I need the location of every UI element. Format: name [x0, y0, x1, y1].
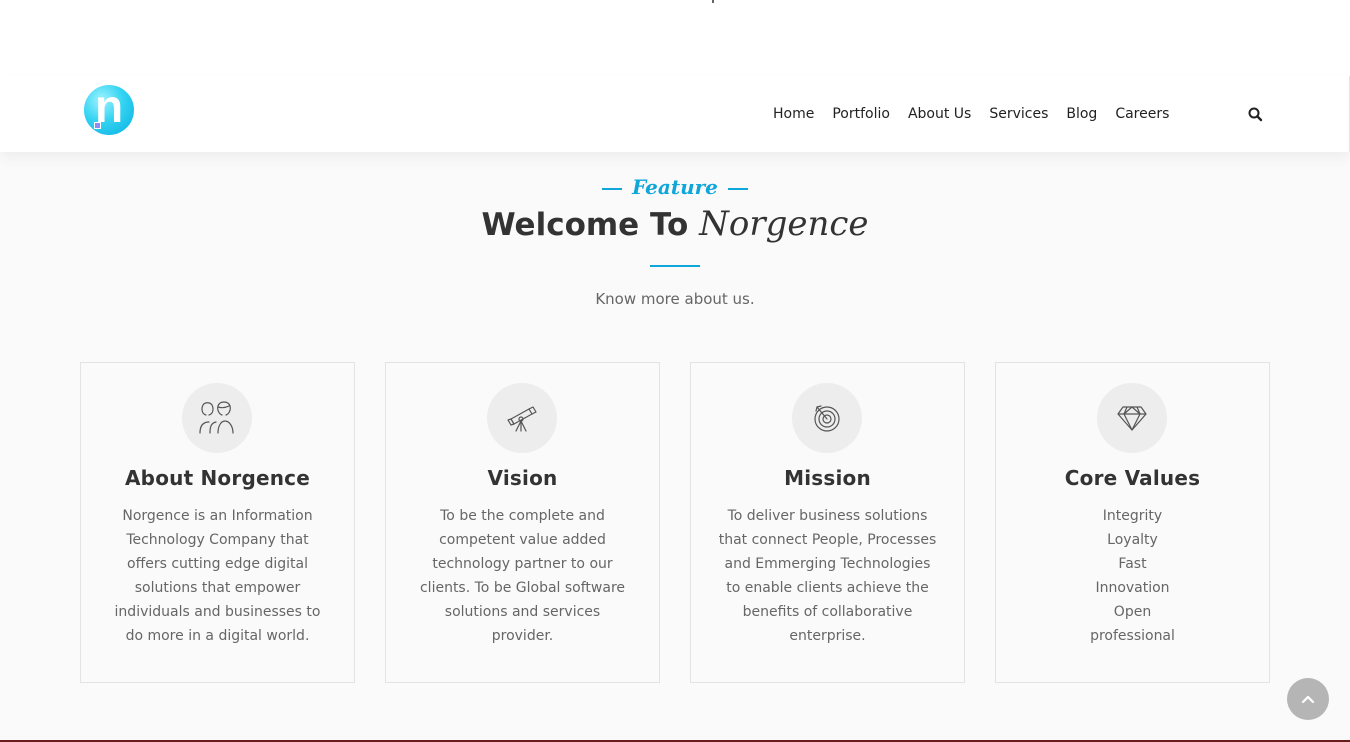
- card-text: Norgence is an Information Technology Co…: [114, 508, 321, 644]
- card-core-values: Core Values Integrity Loyalty Fast Innov…: [995, 362, 1270, 683]
- telescope-icon: [487, 383, 557, 453]
- card-title: Mission: [784, 466, 871, 490]
- card-title: Vision: [487, 466, 558, 490]
- main-nav: Home Portfolio About Us Services Blog Ca…: [773, 104, 1169, 124]
- feature-dash-right: [727, 187, 748, 190]
- card-about-norgence: About Norgence Norgence is an Informatio…: [80, 362, 355, 683]
- nav-item-blog[interactable]: Blog: [1066, 106, 1097, 122]
- search-icon[interactable]: [1248, 107, 1263, 122]
- nav-item-portfolio[interactable]: Portfolio: [832, 106, 890, 122]
- card-vision: Vision To be the complete and competent …: [385, 362, 660, 683]
- card-text: To be the complete and competent value a…: [419, 508, 626, 644]
- page-title: Welcome To Norgence: [0, 204, 1350, 244]
- diamond-icon: [1097, 383, 1167, 453]
- target-icon: [792, 383, 862, 453]
- site-header: n Home Portfolio About Us Services Blog …: [0, 76, 1350, 152]
- nav-item-about-us[interactable]: About Us: [908, 106, 971, 122]
- card-text: To deliver business solutions that conne…: [718, 508, 937, 644]
- nav-item-careers[interactable]: Careers: [1115, 106, 1169, 122]
- feature-label: Feature: [0, 175, 1350, 199]
- feature-dash-left: [602, 187, 623, 190]
- title-underline: [650, 265, 700, 267]
- top-strip: [0, 0, 1350, 76]
- chevron-up-icon: [1301, 695, 1315, 704]
- nav-item-home[interactable]: Home: [773, 106, 814, 122]
- title-prefix: Welcome To: [481, 207, 689, 243]
- norgence-logo[interactable]: n: [84, 83, 134, 135]
- feature-text: Feature: [632, 175, 718, 199]
- card-text: Integrity Loyalty Fast Innovation Open p…: [1090, 508, 1175, 644]
- nav-item-services[interactable]: Services: [989, 106, 1048, 122]
- card-title: About Norgence: [125, 466, 310, 490]
- title-brand: Norgence: [699, 204, 869, 244]
- team-icon: [182, 383, 252, 453]
- top-dot: [712, 0, 714, 3]
- card-mission: Mission To deliver business solutions th…: [690, 362, 965, 683]
- logo-square: [94, 122, 101, 129]
- card-title: Core Values: [1064, 466, 1201, 490]
- page-subtitle: Know more about us.: [595, 290, 755, 308]
- scroll-to-top-button[interactable]: [1287, 678, 1329, 720]
